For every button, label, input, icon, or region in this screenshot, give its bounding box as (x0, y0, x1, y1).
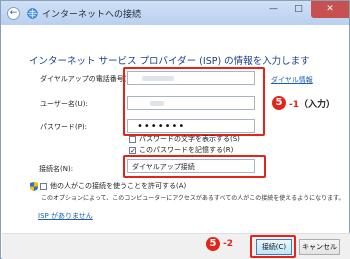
password-label: パスワード(P): (40, 123, 88, 131)
step-label: -1（入力） (289, 99, 336, 110)
step-marker-5-2: 5 -2 (206, 237, 233, 251)
show-chars-checkbox[interactable] (129, 135, 136, 143)
title-bar: ← インターネットへの接続 — □ ✕ (1, 1, 349, 25)
remember-password-checkbox[interactable]: ✓ (129, 146, 136, 154)
page-heading: インターネット サービス プロバイダー (ISP) の情報を入力します (29, 56, 310, 67)
maximize-button[interactable]: □ (286, 1, 311, 18)
back-arrow-icon[interactable]: ← (7, 7, 20, 20)
allow-others-description: このオプションによって、このコンピューターにアクセスがあるすべての人がこの接続を… (41, 195, 345, 202)
allow-others-label: 他の人がこの接続を使うことを許可する(A) (50, 182, 187, 190)
connection-name-label: 接続名(N): (39, 165, 74, 173)
uac-shield-icon (30, 181, 38, 191)
minimize-button[interactable]: — (261, 1, 286, 18)
no-isp-link[interactable]: ISP がありません (38, 211, 93, 221)
dialog-footer: 接続(C) キャンセル (2, 233, 350, 259)
caption-buttons: — □ ✕ (261, 1, 349, 19)
allow-others-checkbox[interactable] (40, 182, 47, 190)
connect-highlight-box (250, 235, 296, 258)
close-button[interactable]: ✕ (311, 1, 349, 18)
connection-name-highlight-box (123, 155, 266, 178)
window-title: インターネットへの接続 (42, 10, 142, 20)
allow-others-row[interactable]: 他の人がこの接続を使うことを許可する(A) (30, 181, 186, 191)
network-globe-icon (27, 8, 38, 19)
step-number-badge: 5 (272, 96, 286, 110)
remember-password-label: このパスワードを記憶する(R) (139, 146, 234, 154)
dialing-rules-link[interactable]: ダイヤル情報 (271, 75, 313, 85)
dialog-window: ← インターネットへの接続 — □ ✕ インターネット サービス プロバイダー … (0, 0, 350, 259)
show-chars-label: パスワードの文字を表示する(S) (139, 135, 240, 143)
step-number-badge: 5 (206, 237, 220, 251)
user-name-label: ユーザー名(U): (40, 100, 88, 108)
step-marker-5-1: 5 -1（入力） (272, 96, 335, 110)
input-highlight-box (123, 67, 265, 136)
remember-password-checkbox-row[interactable]: ✓ このパスワードを記憶する(R) (129, 145, 233, 155)
step-label: -2 (223, 239, 233, 249)
cancel-button[interactable]: キャンセル (299, 239, 340, 255)
show-chars-checkbox-row[interactable]: パスワードの文字を表示する(S) (129, 134, 240, 144)
